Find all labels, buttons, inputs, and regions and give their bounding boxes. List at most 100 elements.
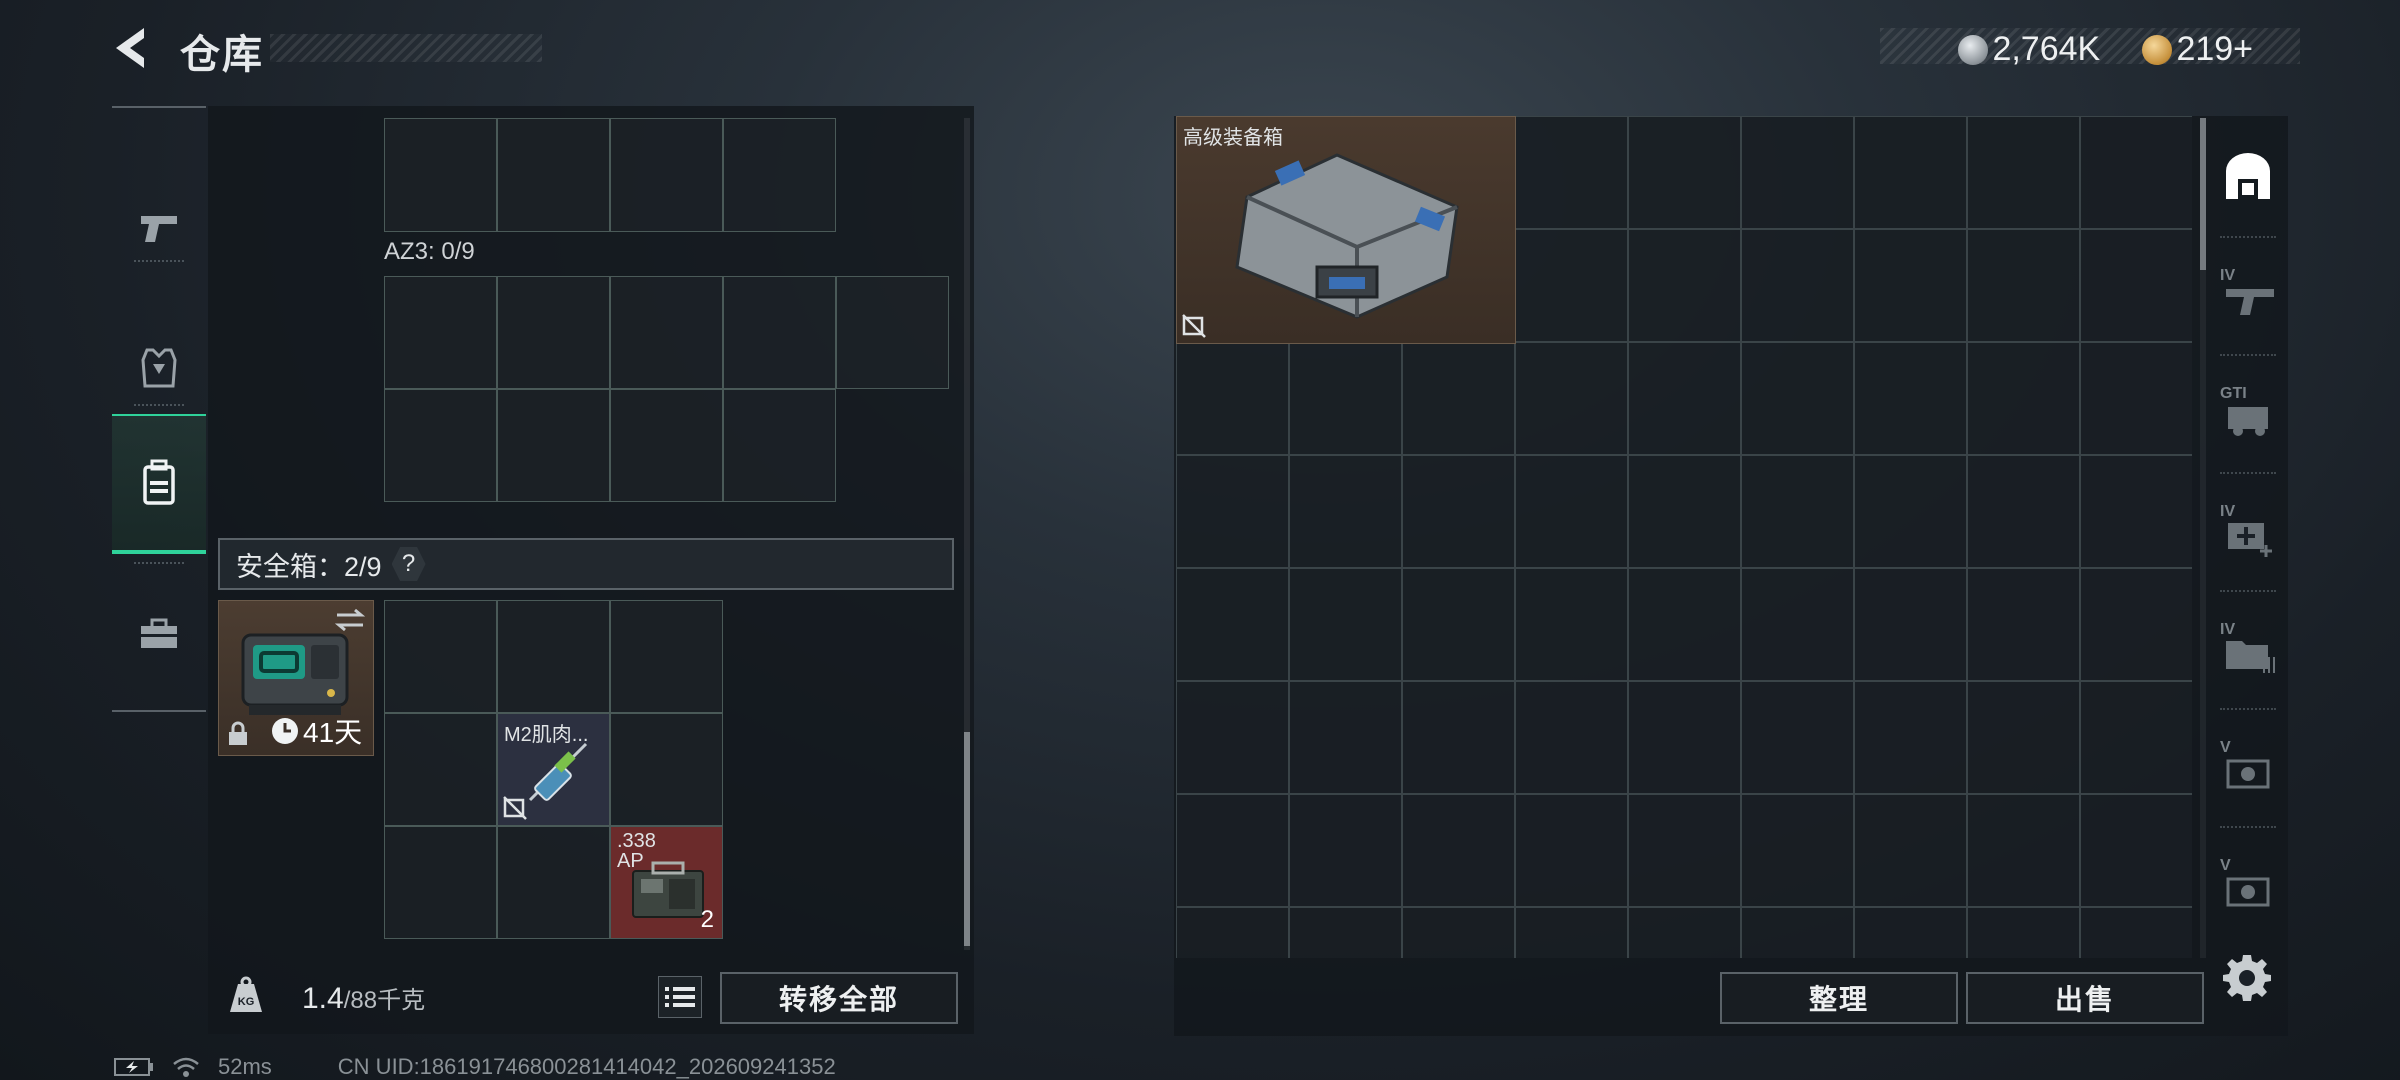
safebox-slot[interactable] [384,826,497,939]
stash-slot[interactable] [1176,568,1289,681]
transfer-all-button[interactable]: 转移全部 [720,972,958,1024]
stash-scrollbar[interactable] [2200,118,2206,270]
stash-slot[interactable] [1402,342,1515,455]
stash-slot[interactable] [2080,229,2192,342]
inventory-item-equipment-case[interactable]: 高级装备箱 [1176,116,1516,344]
stash-slot[interactable] [1854,794,1967,907]
tab-weapon-storage[interactable]: IV [2208,236,2288,354]
stash-slot[interactable] [1176,342,1289,455]
stash-slot[interactable] [1176,681,1289,794]
stash-slot[interactable] [2080,681,2192,794]
tab-cash-1[interactable]: V [2208,708,2288,826]
stash-slot[interactable] [1854,568,1967,681]
stash-slot[interactable] [1628,116,1741,229]
stash-slot[interactable] [1854,116,1967,229]
az3-slot[interactable] [610,276,723,389]
stash-slot[interactable] [1854,907,1967,958]
stash-slot[interactable] [1854,229,1967,342]
az3-slot[interactable] [384,389,497,502]
stash-slot[interactable] [1967,794,2080,907]
backpack-tab[interactable] [112,414,206,554]
tab-cash-2[interactable]: V [2208,826,2288,944]
stash-slot[interactable] [1515,455,1628,568]
stash-slot[interactable] [1967,455,2080,568]
stash-slot[interactable] [1515,229,1628,342]
currency-silver[interactable]: 2,764K [1958,30,2100,69]
sell-button[interactable]: 出售 [1966,972,2204,1024]
stash-slot[interactable] [1967,681,2080,794]
stash-slot[interactable] [1741,455,1854,568]
safebox-slot[interactable] [384,713,497,826]
stash-slot[interactable] [1628,455,1741,568]
stash-slot[interactable] [2080,455,2192,568]
stash-slot[interactable] [2080,568,2192,681]
safebox-slot[interactable] [610,713,723,826]
list-view-button[interactable] [658,976,702,1018]
stash-slot[interactable] [1741,342,1854,455]
stash-slot[interactable] [1402,794,1515,907]
az3-slot[interactable] [497,389,610,502]
stash-slot[interactable] [1741,794,1854,907]
stash-slot[interactable] [1515,116,1628,229]
help-button[interactable]: ? [391,547,426,581]
stash-slot[interactable] [1176,455,1289,568]
az3-slot[interactable] [723,276,836,389]
stash-slot[interactable] [1628,794,1741,907]
stash-slot[interactable] [1176,794,1289,907]
tab-vehicle[interactable]: GTI [2208,354,2288,472]
stash-slot[interactable] [1741,681,1854,794]
stash-slot[interactable] [1741,568,1854,681]
inventory-item-ammo[interactable]: .338 AP 2 [610,826,723,939]
stash-slot[interactable] [1967,568,2080,681]
stash-slot[interactable] [1854,342,1967,455]
stash-slot[interactable] [1628,568,1741,681]
stash-slot[interactable] [2080,907,2192,958]
stash-slot[interactable] [1402,455,1515,568]
stash-slot[interactable] [1967,342,2080,455]
az3-slot[interactable] [610,389,723,502]
stash-slot[interactable] [1515,681,1628,794]
settings-button[interactable] [2222,952,2272,1002]
stash-slot[interactable] [1967,229,2080,342]
stash-slot[interactable] [1628,342,1741,455]
swap-icon[interactable] [335,607,365,633]
stash-slot[interactable] [1854,681,1967,794]
tools-tab[interactable] [112,564,206,704]
stash-slot[interactable] [1515,568,1628,681]
az3-slot[interactable] [497,276,610,389]
stash-slot[interactable] [1402,907,1515,958]
stash-slot[interactable] [1854,455,1967,568]
stash-slot[interactable] [1515,342,1628,455]
stash-slot[interactable] [1741,907,1854,958]
stash-slot[interactable] [2080,342,2192,455]
az3-slot[interactable] [384,276,497,389]
container-slot[interactable] [384,118,497,232]
stash-slot[interactable] [1967,907,2080,958]
safebox-item[interactable]: 41天 [218,600,374,756]
tab-safehouse[interactable] [2208,118,2288,236]
stash-slot[interactable] [1628,681,1741,794]
stash-slot[interactable] [2080,116,2192,229]
stash-slot[interactable] [1967,116,2080,229]
tab-medical[interactable]: IV [2208,472,2288,590]
tab-documents[interactable]: IV [2208,590,2288,708]
stash-slot[interactable] [1289,907,1402,958]
stash-slot[interactable] [1402,568,1515,681]
safebox-slot[interactable] [384,600,497,713]
stash-slot[interactable] [1628,907,1741,958]
stash-slot[interactable] [1289,794,1402,907]
weapons-tab[interactable] [112,158,206,298]
stash-slot[interactable] [1176,907,1289,958]
stash-slot[interactable] [1515,794,1628,907]
loadout-scrollbar[interactable] [964,732,970,946]
stash-slot[interactable] [1289,681,1402,794]
stash-slot[interactable] [1402,681,1515,794]
stash-slot[interactable] [1289,568,1402,681]
stash-slot[interactable] [1515,907,1628,958]
stash-slot[interactable] [1741,229,1854,342]
currency-gold[interactable]: 219+ [2142,30,2253,69]
container-slot[interactable] [723,118,836,232]
container-slot[interactable] [497,118,610,232]
az3-slot[interactable] [723,389,836,502]
safebox-slot[interactable] [610,600,723,713]
